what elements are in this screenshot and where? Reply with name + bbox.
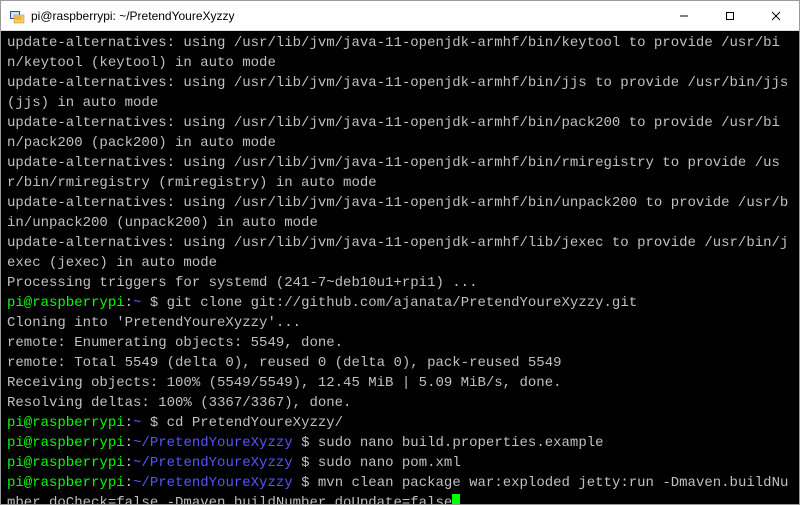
prompt-user: pi@raspberrypi [7, 295, 125, 311]
prompt-command: sudo nano pom.xml [318, 455, 461, 471]
terminal-output: Processing triggers for systemd (241-7~d… [7, 275, 477, 291]
prompt-command: sudo nano build.properties.example [318, 435, 604, 451]
prompt-sep: : [125, 455, 133, 471]
minimize-button[interactable] [661, 1, 707, 30]
terminal-area[interactable]: update-alternatives: using /usr/lib/jvm/… [1, 31, 799, 504]
putty-window: pi@raspberrypi: ~/PretendYoureXyzzy upda… [0, 0, 800, 505]
window-title: pi@raspberrypi: ~/PretendYoureXyzzy [31, 9, 661, 23]
terminal-output: Cloning into 'PretendYoureXyzzy'... [7, 315, 301, 331]
terminal-output: remote: Total 5549 (delta 0), reused 0 (… [7, 355, 562, 371]
prompt-command: cd PretendYoureXyzzy/ [167, 415, 343, 431]
terminal-output: Resolving deltas: 100% (3367/3367), done… [7, 395, 351, 411]
prompt-path: ~/PretendYoureXyzzy [133, 455, 293, 471]
maximize-button[interactable] [707, 1, 753, 30]
prompt-command: git clone git://github.com/ajanata/Prete… [167, 295, 637, 311]
prompt-path: ~/PretendYoureXyzzy [133, 475, 293, 491]
close-icon [771, 11, 781, 21]
prompt-sep: : [125, 415, 133, 431]
prompt-sym: $ [293, 455, 318, 471]
prompt-user: pi@raspberrypi [7, 475, 125, 491]
prompt-sep: : [125, 475, 133, 491]
prompt-user: pi@raspberrypi [7, 435, 125, 451]
prompt-sym: $ [141, 295, 166, 311]
prompt-path: ~/PretendYoureXyzzy [133, 435, 293, 451]
window-controls [661, 1, 799, 30]
prompt-sep: : [125, 295, 133, 311]
terminal-output: update-alternatives: using /usr/lib/jvm/… [7, 115, 780, 151]
prompt-sym: $ [141, 415, 166, 431]
terminal-output: update-alternatives: using /usr/lib/jvm/… [7, 35, 780, 71]
prompt-user: pi@raspberrypi [7, 415, 125, 431]
cursor [452, 494, 460, 504]
terminal-output: update-alternatives: using /usr/lib/jvm/… [7, 235, 788, 271]
titlebar[interactable]: pi@raspberrypi: ~/PretendYoureXyzzy [1, 1, 799, 31]
terminal-output: update-alternatives: using /usr/lib/jvm/… [7, 195, 788, 231]
terminal-output: remote: Enumerating objects: 5549, done. [7, 335, 343, 351]
prompt-sep: : [125, 435, 133, 451]
terminal-output: update-alternatives: using /usr/lib/jvm/… [7, 155, 780, 191]
maximize-icon [725, 11, 735, 21]
prompt-sym: $ [293, 475, 318, 491]
terminal-output: Receiving objects: 100% (5549/5549), 12.… [7, 375, 562, 391]
prompt-sym: $ [293, 435, 318, 451]
minimize-icon [679, 11, 689, 21]
close-button[interactable] [753, 1, 799, 30]
terminal-output: update-alternatives: using /usr/lib/jvm/… [7, 75, 797, 111]
prompt-user: pi@raspberrypi [7, 455, 125, 471]
putty-icon [9, 8, 25, 24]
